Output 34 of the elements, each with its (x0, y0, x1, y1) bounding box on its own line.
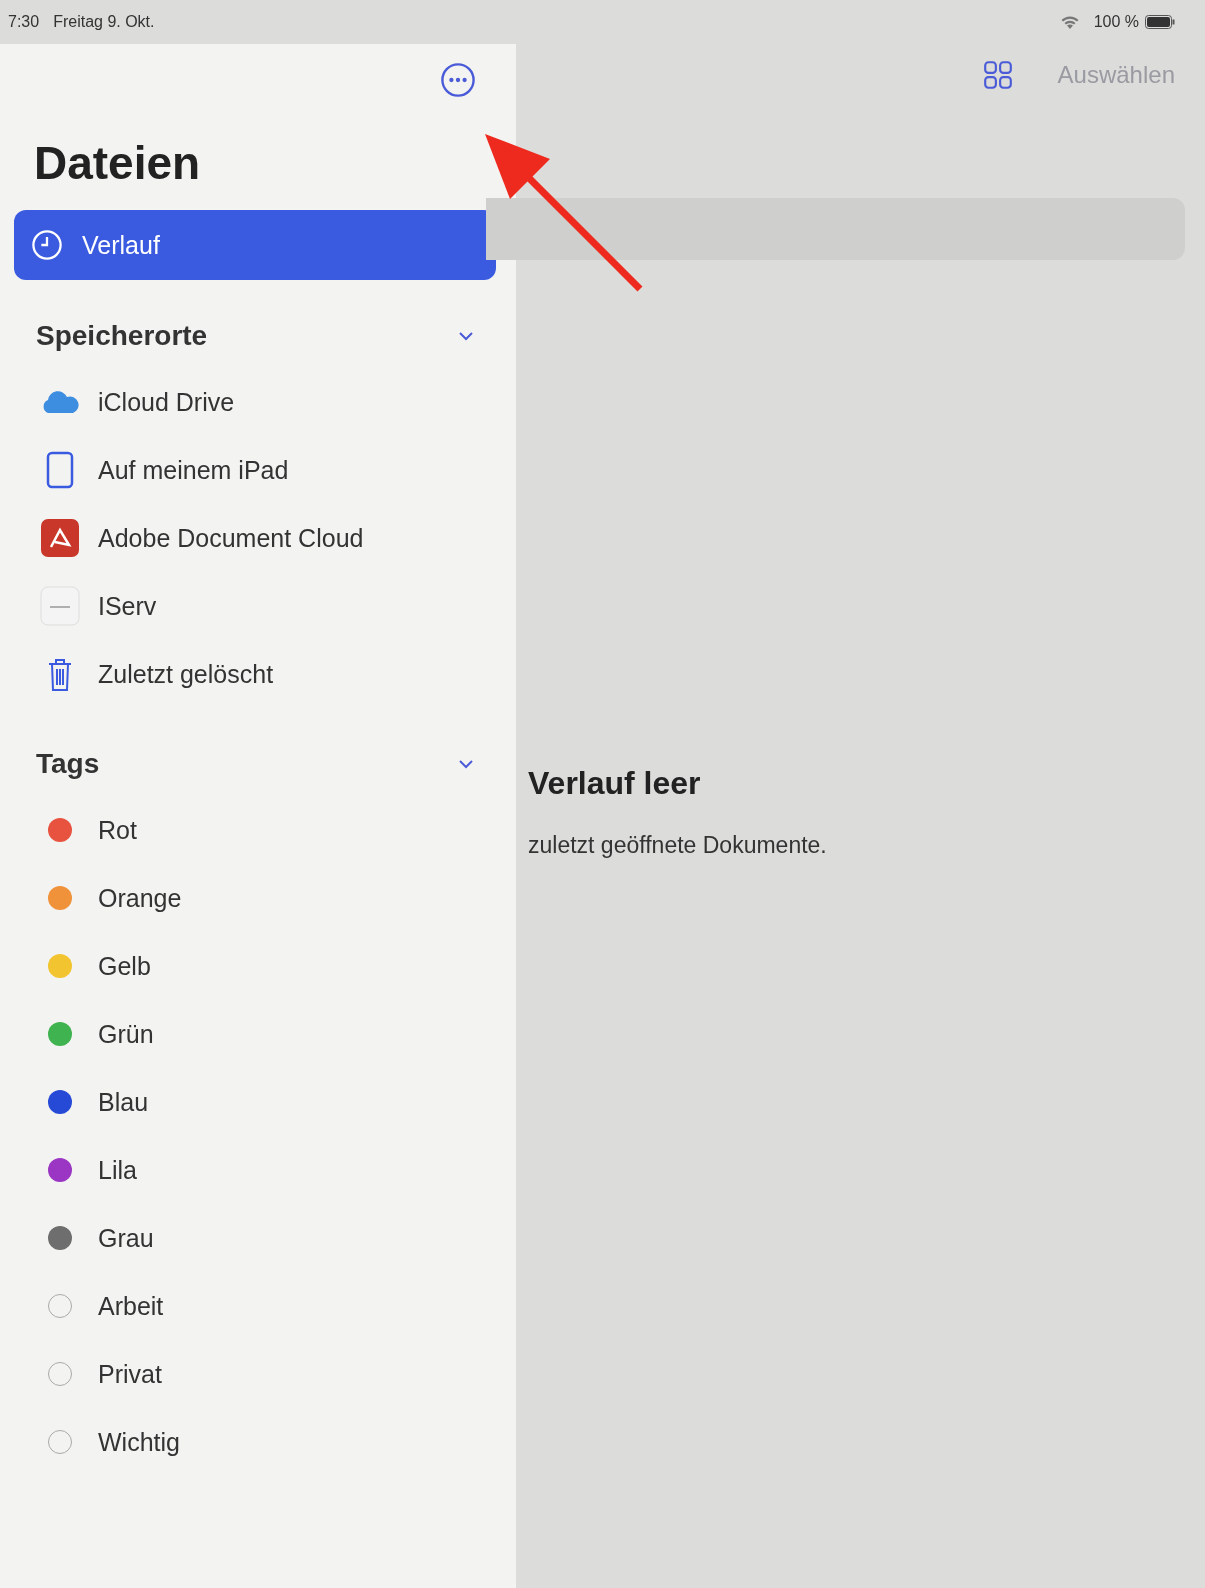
sidebar-item[interactable]: Arbeit (14, 1272, 496, 1340)
section-heading: Tags (36, 748, 100, 780)
sidebar-item[interactable]: Adobe Document Cloud (14, 504, 496, 572)
section-heading: Speicherorte (36, 320, 208, 352)
chevron-icon[interactable] (458, 759, 474, 769)
pdf-app-icon (40, 518, 80, 558)
sidebar-item[interactable]: Wichtig (14, 1408, 496, 1476)
sidebar-item[interactable]: Auf meinem iPad (14, 436, 496, 504)
more-button[interactable] (440, 62, 476, 98)
sidebar-item[interactable]: Privat (14, 1340, 496, 1408)
sidebar-item[interactable]: Gelb (14, 932, 496, 1000)
sidebar-title: Dateien (34, 136, 202, 190)
empty-state-title: Verlauf leer (528, 765, 702, 802)
battery-icon (1145, 15, 1175, 29)
sidebar-item[interactable]: Grün (14, 1000, 496, 1068)
sidebar-item[interactable]: Verlauf (14, 210, 496, 280)
status-date: Freitag 9. Okt. (53, 13, 155, 31)
wifi-icon (1059, 14, 1080, 30)
app-icon (40, 586, 80, 626)
chevron-icon[interactable] (458, 331, 474, 341)
sidebar-item[interactable]: Zuletzt gelöscht (14, 640, 496, 708)
status-time: 7:30 (8, 13, 40, 31)
sidebar-item[interactable]: Lila (14, 1136, 496, 1204)
empty-state-message: zuletzt geöffnete Dokumente. (528, 832, 828, 859)
sidebar-item[interactable]: iCloud Drive (14, 368, 496, 436)
sidebar-item[interactable]: Orange (14, 864, 496, 932)
search-field[interactable] (486, 198, 1185, 260)
sidebar-item[interactable]: Blau (14, 1068, 496, 1136)
sidebar-item[interactable]: IServ (14, 572, 496, 640)
clock-icon (30, 228, 64, 262)
sidebar-item[interactable]: Grau (14, 1204, 496, 1272)
battery-percent: 100 % (1093, 13, 1139, 31)
sidebar-item[interactable]: Rot (14, 796, 496, 864)
grid-view-icon[interactable] (981, 59, 1014, 91)
